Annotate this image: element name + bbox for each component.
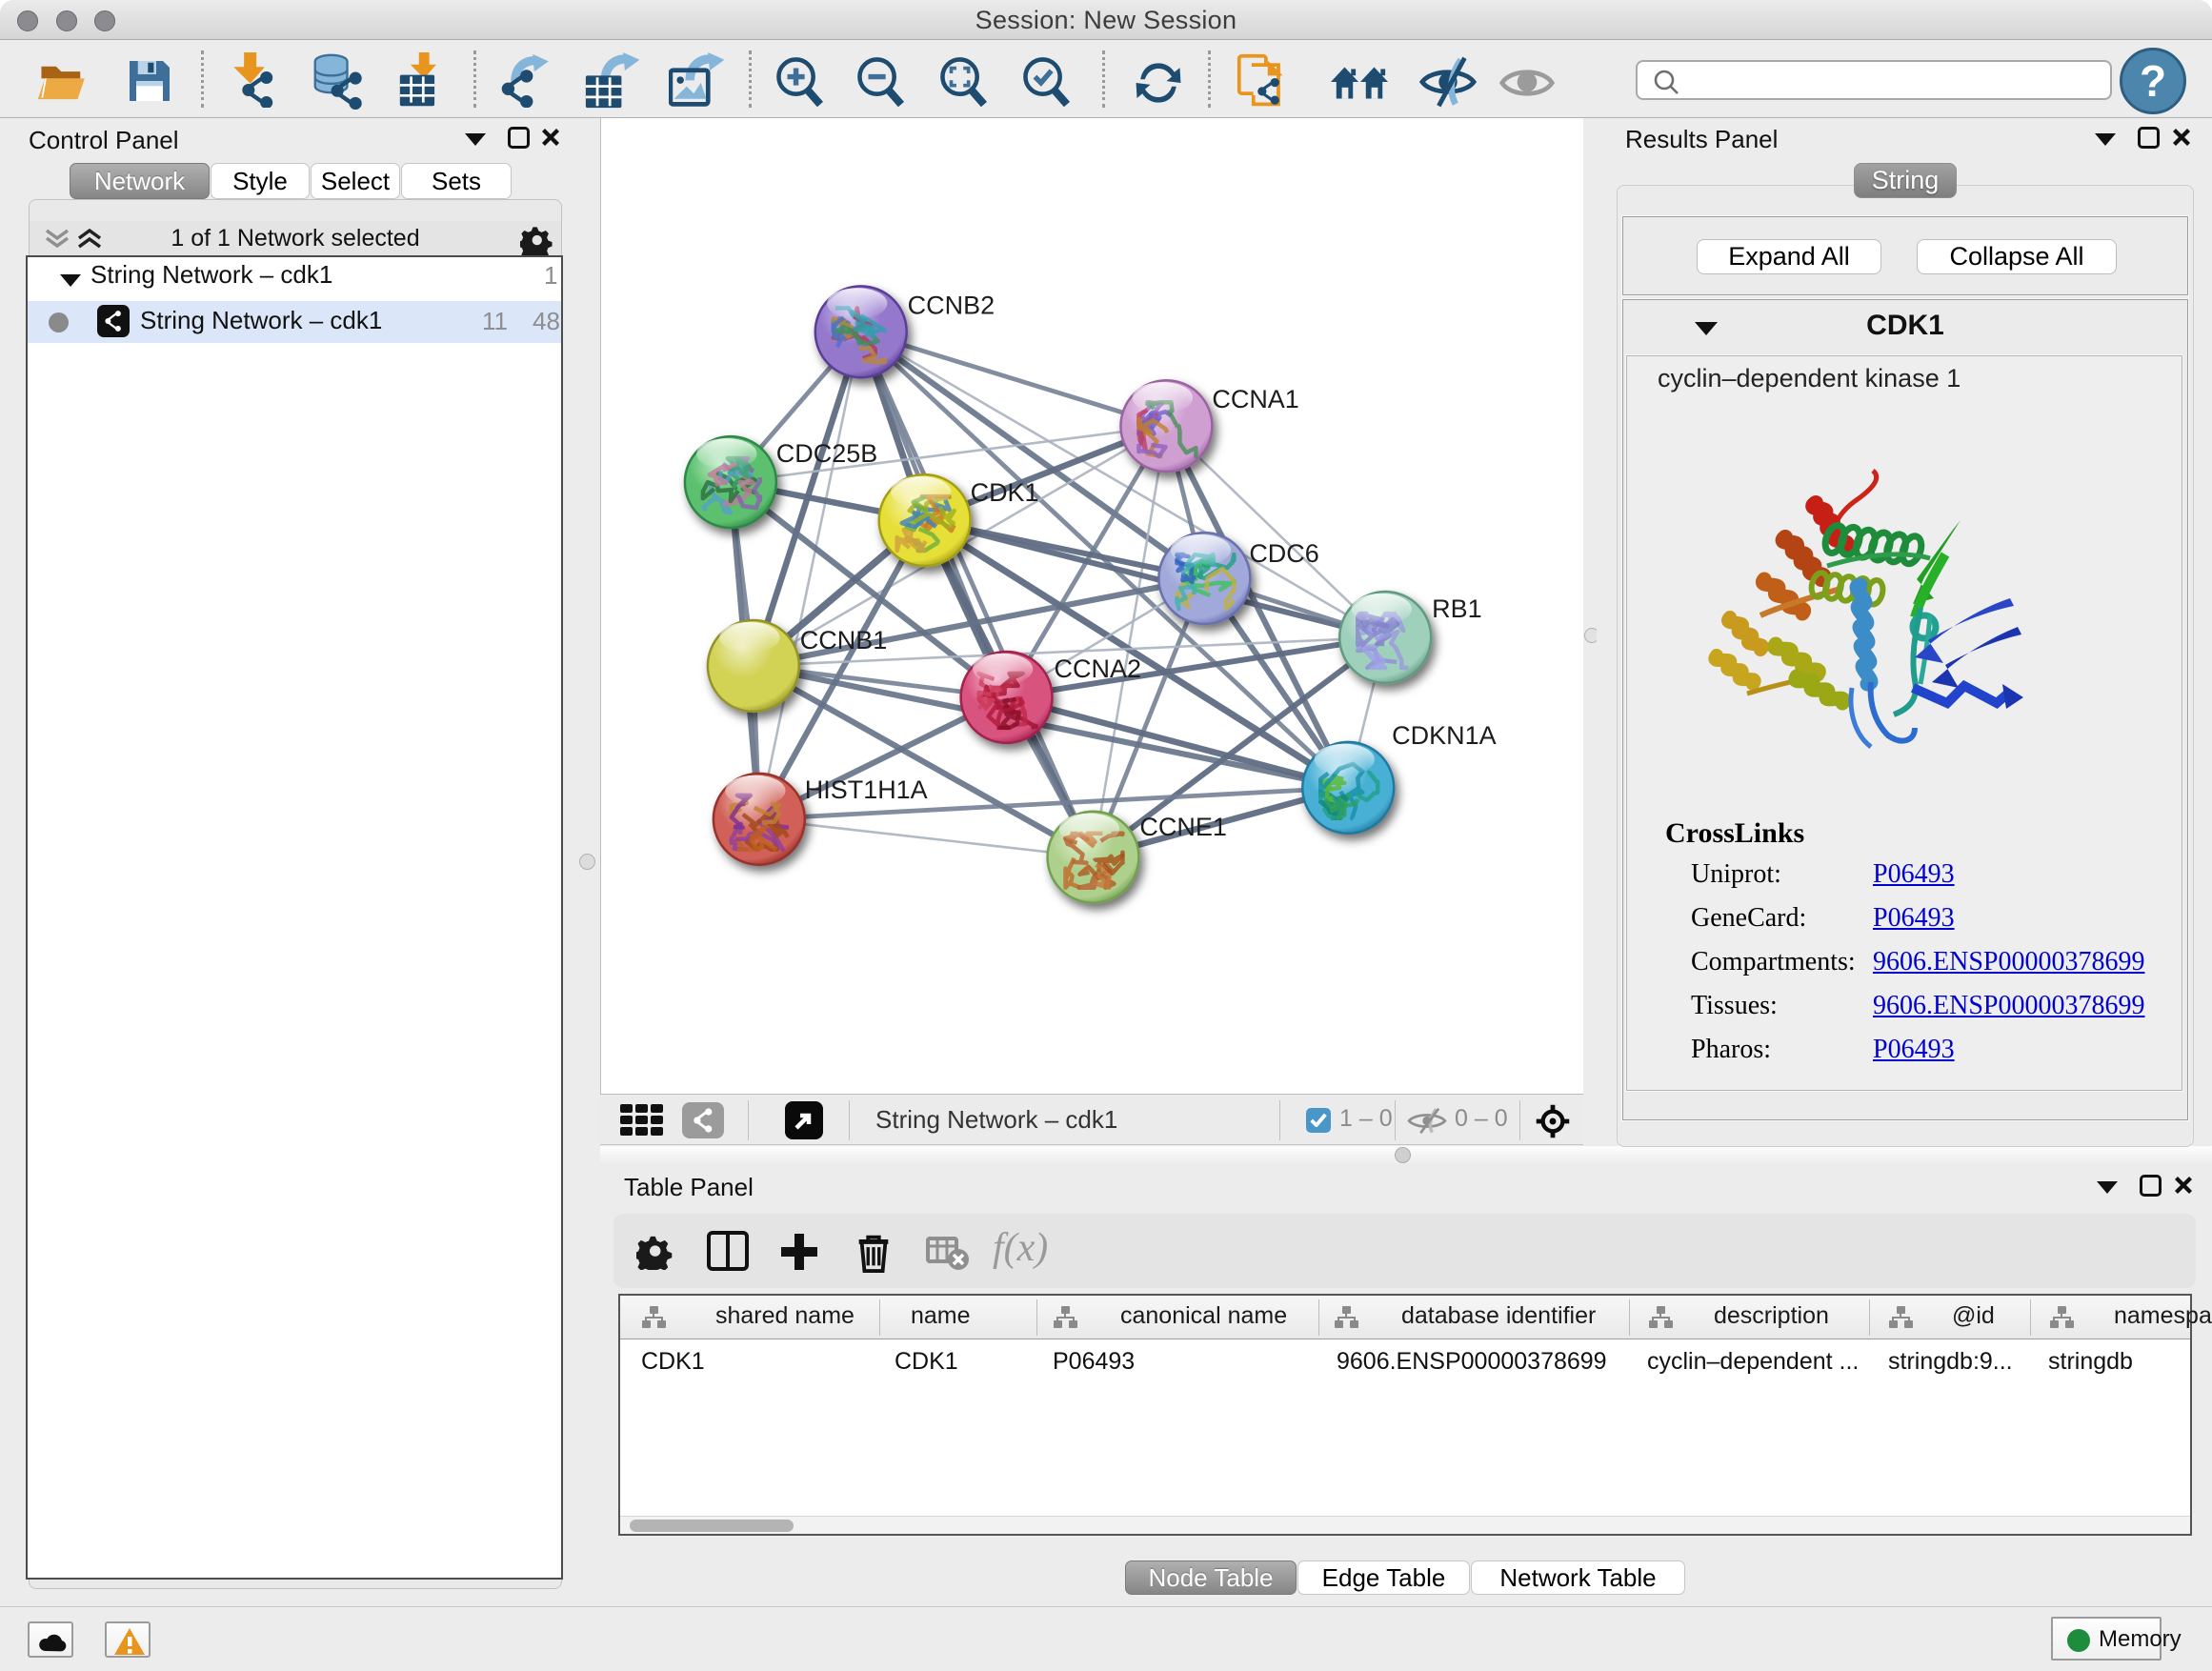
svg-text:CCNB2: CCNB2 [908,291,995,319]
svg-text:CCNB1: CCNB1 [800,626,887,654]
svg-text:CDC6: CDC6 [1249,539,1318,568]
svg-text:CDKN1A: CDKN1A [1392,721,1496,750]
svg-text:CCNA2: CCNA2 [1055,654,1141,683]
svg-text:CCNA1: CCNA1 [1212,385,1298,413]
svg-text:RB1: RB1 [1432,594,1481,623]
svg-text:CDC25B: CDC25B [776,439,877,468]
svg-text:CDK1: CDK1 [971,478,1039,507]
svg-text:HIST1H1A: HIST1H1A [805,775,928,804]
svg-text:CCNE1: CCNE1 [1139,813,1226,841]
